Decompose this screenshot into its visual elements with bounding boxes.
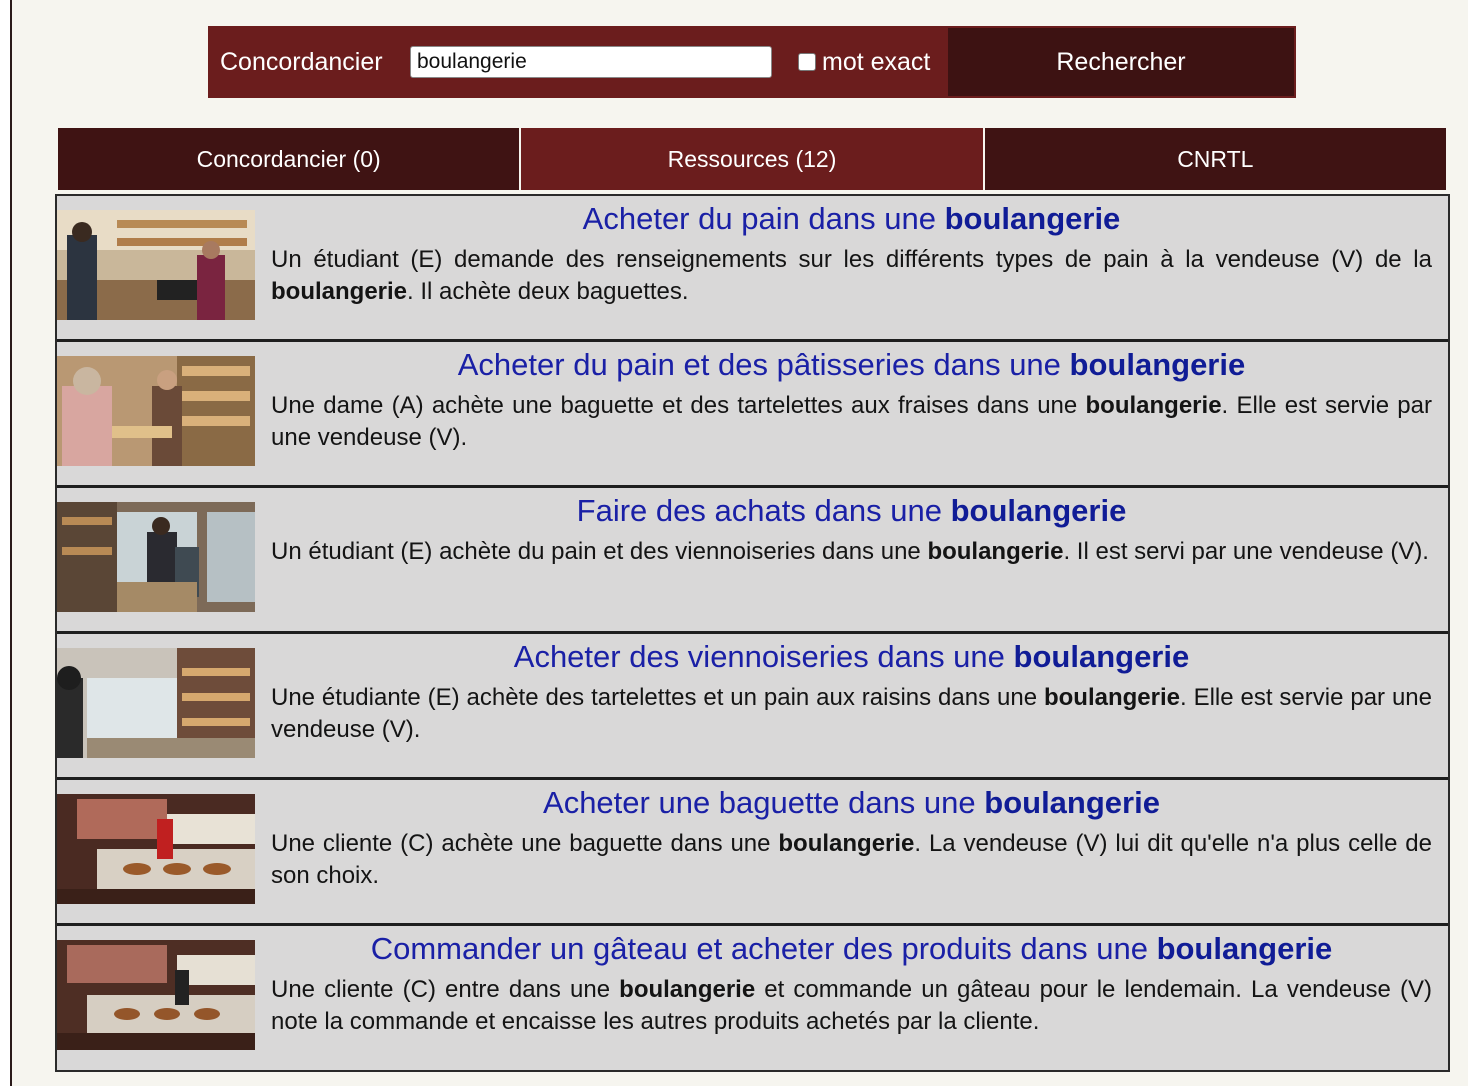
result-item: Acheter du pain et des pâtisseries dans … [57, 342, 1448, 488]
result-thumbnail[interactable] [57, 794, 255, 904]
exact-word-toggle[interactable]: mot exact [798, 48, 944, 77]
result-title-link[interactable]: Acheter du pain dans une boulangerie [271, 198, 1432, 240]
tab-ressources[interactable]: Ressources (12) [521, 128, 985, 190]
result-description: Un étudiant (E) achète du pain et des vi… [271, 538, 1429, 565]
result-title-link[interactable]: Acheter des viennoiseries dans une boula… [271, 636, 1432, 678]
result-item: Acheter du pain dans une boulangerie Un … [57, 196, 1448, 342]
result-item: Commander un gâteau et acheter des produ… [57, 926, 1448, 1070]
result-item: Acheter des viennoiseries dans une boula… [57, 634, 1448, 780]
search-label: Concordancier [220, 47, 383, 76]
result-description: Une cliente (C) achète une baguette dans… [271, 830, 1433, 889]
search-button[interactable]: Rechercher [948, 28, 1294, 96]
result-description: Une dame (A) achète une baguette et des … [271, 392, 1432, 451]
result-thumbnail[interactable] [57, 210, 255, 320]
results-list: Acheter du pain dans une boulangerie Un … [55, 194, 1450, 1072]
search-input[interactable] [410, 46, 772, 78]
result-description: Une cliente (C) entre dans une boulanger… [271, 976, 1432, 1035]
result-description: Une étudiante (E) achète des tartelettes… [271, 684, 1432, 743]
result-thumbnail[interactable] [57, 356, 255, 466]
result-tabs: Concordancier (0) Ressources (12) CNRTL [58, 128, 1446, 190]
result-title-link[interactable]: Acheter une baguette dans une boulangeri… [271, 782, 1432, 824]
result-thumbnail[interactable] [57, 502, 255, 612]
tab-cnrtl[interactable]: CNRTL [984, 128, 1446, 190]
result-description: Un étudiant (E) demande des renseignemen… [271, 246, 1432, 305]
search-bar: Concordancier mot exact Rechercher [208, 26, 1296, 98]
result-title-link[interactable]: Acheter du pain et des pâtisseries dans … [271, 344, 1432, 386]
result-thumbnail[interactable] [57, 940, 255, 1050]
exact-word-checkbox[interactable] [798, 53, 816, 71]
exact-word-label: mot exact [822, 47, 931, 76]
result-title-link[interactable]: Commander un gâteau et acheter des produ… [271, 928, 1432, 970]
result-thumbnail[interactable] [57, 648, 255, 758]
result-title-link[interactable]: Faire des achats dans une boulangerie [271, 490, 1432, 532]
tab-concordancier[interactable]: Concordancier (0) [58, 128, 522, 190]
result-item: Faire des achats dans une boulangerie Un… [57, 488, 1448, 634]
result-item: Acheter une baguette dans une boulangeri… [57, 780, 1448, 926]
